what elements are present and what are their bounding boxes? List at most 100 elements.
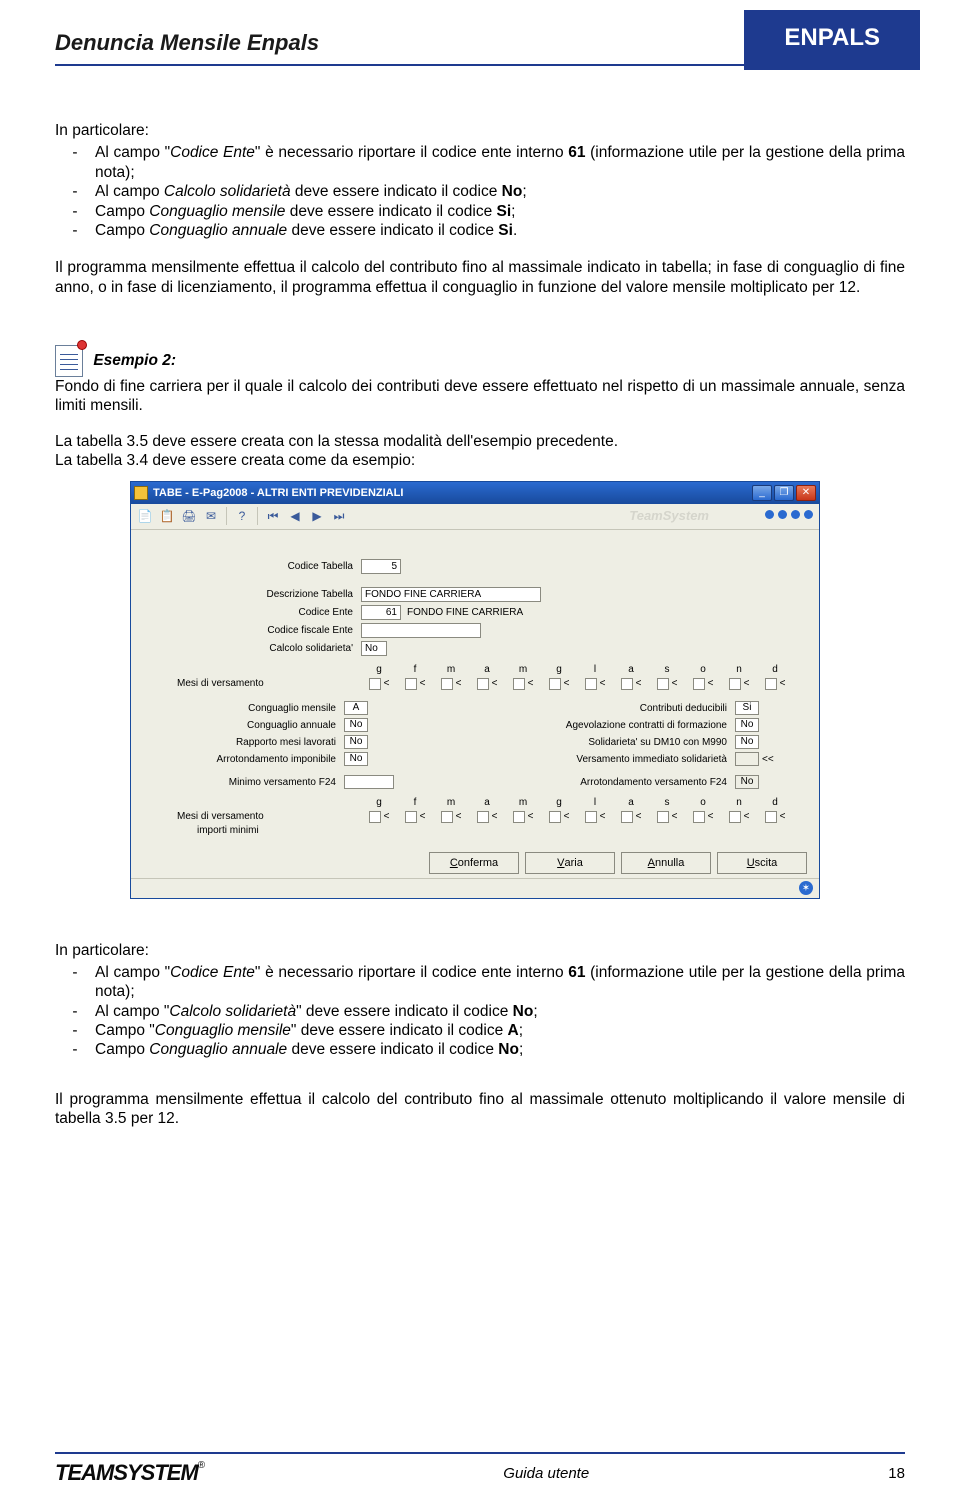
chk-month[interactable]: [477, 678, 489, 690]
bullet-2-4: Campo Conguaglio annuale deve essere ind…: [95, 1040, 905, 1059]
chk-month[interactable]: [441, 811, 453, 823]
chk-month[interactable]: [585, 811, 597, 823]
chk-month[interactable]: [405, 811, 417, 823]
help-icon[interactable]: ?: [232, 506, 252, 526]
tool-icon[interactable]: 📄: [135, 506, 155, 526]
fld-sol-dm10[interactable]: No: [735, 735, 759, 749]
annulla-button[interactable]: Annulla: [621, 852, 711, 874]
esempio-label: Esempio 2:: [93, 352, 176, 369]
close-button[interactable]: ✕: [796, 485, 816, 501]
esempio-l2: La tabella 3.4 deve essere creata come d…: [55, 451, 905, 470]
lbl-arr-f24: Arrotondamento versamento F24: [475, 777, 735, 788]
chk-month[interactable]: [765, 811, 777, 823]
tool-icon[interactable]: 🖨: [179, 506, 199, 526]
fld-agev[interactable]: No: [735, 718, 759, 732]
chk-month[interactable]: [549, 811, 561, 823]
uscita-button[interactable]: Uscita: [717, 852, 807, 874]
fld-min-f24[interactable]: [344, 775, 394, 789]
bullet-2-3: Campo "Conguaglio mensile" deve essere i…: [95, 1021, 905, 1040]
chk-month[interactable]: [657, 678, 669, 690]
dash: -: [55, 221, 95, 240]
lbl-cong-mensile: Conguaglio mensile: [149, 703, 344, 714]
chk-month[interactable]: [765, 678, 777, 690]
chk-month[interactable]: [621, 678, 633, 690]
first-icon[interactable]: ⏮: [263, 506, 283, 526]
varia-button[interactable]: Varia: [525, 852, 615, 874]
chk-month[interactable]: [513, 678, 525, 690]
bullet-2-1: Al campo "Codice Ente" è necessario ripo…: [95, 963, 905, 1002]
fld-descrizione[interactable]: FONDO FINE CARRIERA: [361, 587, 541, 602]
esempio-l1: La tabella 3.5 deve essere creata con la…: [55, 432, 905, 451]
dash: -: [55, 1002, 95, 1021]
fld-vers-imm: [735, 752, 759, 766]
lbl-mesi-versamento-2: Mesi di versamento: [149, 811, 361, 822]
fld-cong-annuale[interactable]: No: [344, 718, 368, 732]
lbl-min-f24: Minimo versamento F24: [149, 777, 344, 788]
para-1: Il programma mensilmente effettua il cal…: [55, 258, 905, 297]
fld-codice-tabella[interactable]: 5: [361, 559, 401, 574]
bullet-1-2: Al campo Calcolo solidarietà deve essere…: [95, 182, 905, 201]
prev-icon[interactable]: ◀: [285, 506, 305, 526]
lbl-calcolo-sol: Calcolo solidarieta': [149, 643, 353, 654]
fld-contrib-ded[interactable]: Si: [735, 701, 759, 715]
intro-1: In particolare:: [55, 121, 905, 140]
footer-rule: [55, 1452, 905, 1454]
chk-month[interactable]: [729, 811, 741, 823]
intro-2: In particolare:: [55, 941, 905, 960]
page-number: 18: [888, 1465, 905, 1482]
para-2: Il programma mensilmente effettua il cal…: [55, 1090, 905, 1129]
lbl-codice-tabella: Codice Tabella: [149, 561, 353, 572]
chk-month[interactable]: [585, 678, 597, 690]
fld-codice-fiscale[interactable]: [361, 623, 481, 638]
fld-calcolo-sol[interactable]: No: [361, 641, 387, 656]
fld-arrot-imp[interactable]: No: [344, 752, 368, 766]
dash: -: [55, 1040, 95, 1059]
fld-cong-mensile[interactable]: A: [344, 701, 368, 715]
dash: -: [55, 963, 95, 1002]
bullet-1-3: Campo Conguaglio mensile deve essere ind…: [95, 202, 905, 221]
enpals-badge: ENPALS: [744, 10, 920, 70]
chk-month[interactable]: [405, 678, 417, 690]
fld-codice-ente[interactable]: 61: [361, 605, 401, 620]
lbl-importi-minimi: importi minimi: [149, 825, 801, 836]
conferma-button[interactable]: Conferma: [429, 852, 519, 874]
dash: -: [55, 182, 95, 201]
tool-icon[interactable]: 📋: [157, 506, 177, 526]
chk-month[interactable]: [441, 678, 453, 690]
lbl-arrot-imp: Arrotondamento imponibile: [149, 754, 344, 765]
chk-month[interactable]: [369, 678, 381, 690]
dash: -: [55, 143, 95, 182]
window-title: TABE - E-Pag2008 - ALTRI ENTI PREVIDENZI…: [153, 487, 403, 499]
titlebar: TABE - E-Pag2008 - ALTRI ENTI PREVIDENZI…: [131, 482, 819, 504]
months-header: gfmamglasond: [361, 664, 801, 675]
chk-month[interactable]: [549, 678, 561, 690]
lbl-codice-fiscale: Codice fiscale Ente: [149, 625, 353, 636]
status-icon: ✶: [799, 881, 813, 895]
tool-icon[interactable]: ✉: [201, 506, 221, 526]
chk-month[interactable]: [729, 678, 741, 690]
bullet-1-1: Al campo "Codice Ente" è necessario ripo…: [95, 143, 905, 182]
bullet-1-4: Campo Conguaglio annuale deve essere ind…: [95, 221, 905, 240]
chk-month[interactable]: [657, 811, 669, 823]
minimize-button[interactable]: _: [752, 485, 772, 501]
corner-dots: [765, 510, 813, 519]
chk-month[interactable]: [693, 678, 705, 690]
chk-month[interactable]: [513, 811, 525, 823]
lbl-agev: Agevolazione contratti di formazione: [475, 720, 735, 731]
fld-rapporto[interactable]: No: [344, 735, 368, 749]
chk-month[interactable]: [693, 811, 705, 823]
lbl-contrib-ded: Contributi deducibili: [475, 703, 735, 714]
chk-month[interactable]: [369, 811, 381, 823]
lbl-rapporto: Rapporto mesi lavorati: [149, 737, 344, 748]
lbl-codice-ente: Codice Ente: [149, 607, 353, 618]
last-icon[interactable]: ⏭: [329, 506, 349, 526]
codice-ente-desc: FONDO FINE CARRIERA: [407, 607, 523, 618]
chk-month[interactable]: [621, 811, 633, 823]
chk-month[interactable]: [477, 811, 489, 823]
note-icon: [55, 345, 83, 377]
next-icon[interactable]: ▶: [307, 506, 327, 526]
footer-center: Guida utente: [503, 1465, 589, 1482]
toolbar: 📄 📋 🖨 ✉ ? ⏮ ◀ ▶ ⏭ TeamSystem: [131, 504, 819, 530]
maximize-button[interactable]: ❐: [774, 485, 794, 501]
dash: -: [55, 202, 95, 221]
